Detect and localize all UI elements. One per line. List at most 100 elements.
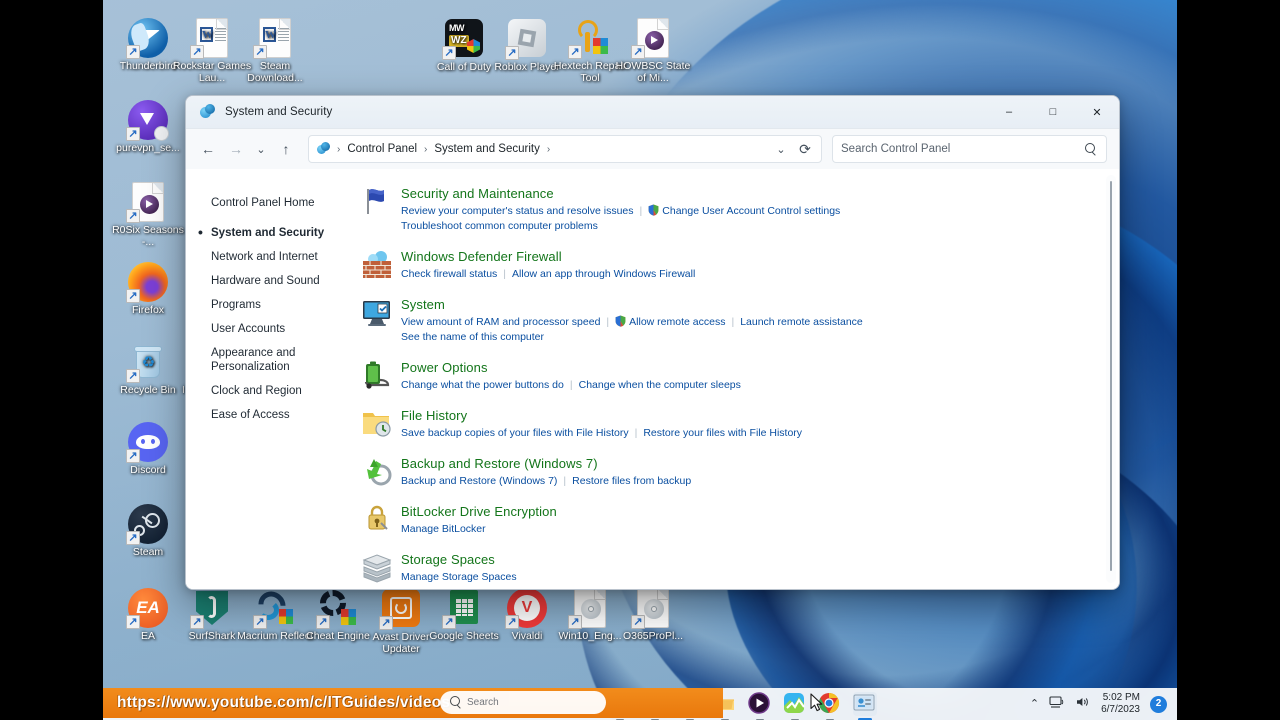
- sidebar-item-hardware-and-sound[interactable]: Hardware and Sound: [211, 269, 361, 293]
- sidebar-item-programs[interactable]: Programs: [211, 293, 361, 317]
- task-link[interactable]: Save backup copies of your files with Fi…: [401, 427, 629, 439]
- breadcrumb-item-system-and-security[interactable]: System and Security: [430, 141, 543, 157]
- shortcut-arrow-icon: [631, 615, 645, 629]
- up-button[interactable]: ↑: [272, 135, 300, 163]
- shortcut-arrow-icon: [190, 615, 204, 629]
- search-box[interactable]: [832, 135, 1107, 163]
- shortcut-arrow-icon: [190, 45, 204, 59]
- desktop-icon[interactable]: HOWBSC State of Mi...: [611, 18, 695, 84]
- category-title-link[interactable]: File History: [401, 408, 467, 423]
- tray-overflow-icon[interactable]: ⌃: [1030, 698, 1039, 710]
- task-link[interactable]: Allow remote access: [629, 316, 725, 328]
- desktop-icon[interactable]: WSteam Download...: [233, 18, 317, 84]
- task-link[interactable]: Check firewall status: [401, 268, 497, 280]
- task-link[interactable]: Launch remote assistance: [740, 316, 863, 328]
- window-titlebar[interactable]: System and Security – □ ✕: [186, 96, 1119, 129]
- category-title-link[interactable]: Windows Defender Firewall: [401, 249, 562, 264]
- desktop-icon-label: O365ProPl...: [622, 630, 684, 642]
- search-pill-label: Search: [467, 697, 499, 708]
- window-body: Control Panel Home System and Security Net…: [186, 169, 1119, 589]
- desktop-icon-label: HOWBSC State of Mi...: [615, 60, 691, 84]
- minimize-button[interactable]: –: [987, 96, 1031, 129]
- sidebar-item-clock-and-region[interactable]: Clock and Region: [211, 379, 361, 403]
- category-title-link[interactable]: Backup and Restore (Windows 7): [401, 456, 598, 471]
- desktop-icon[interactable]: O365ProPl...: [611, 588, 695, 643]
- task-link[interactable]: Troubleshoot common computer problems: [401, 220, 598, 232]
- sidebar-item-label[interactable]: Control Panel Home: [211, 197, 315, 209]
- category-item: Security and Maintenance Review your comp…: [361, 185, 1103, 234]
- sidebar-item-control-panel-home[interactable]: Control Panel Home: [211, 191, 361, 215]
- sidebar-item-label[interactable]: Network and Internet: [211, 251, 318, 263]
- task-link[interactable]: Restore your files with File History: [643, 427, 802, 439]
- storage-spaces-icon: [361, 551, 393, 583]
- sidebar-item-label[interactable]: Clock and Region: [211, 385, 302, 397]
- control-panel-window[interactable]: System and Security – □ ✕ ← → ⌄ ↑ › Cont…: [185, 95, 1120, 590]
- sidebar-item-user-accounts[interactable]: User Accounts: [211, 317, 361, 341]
- ea-icon: EA: [126, 588, 168, 629]
- sidebar-item-label[interactable]: Ease of Access: [211, 409, 290, 421]
- category-list-pane: Security and Maintenance Review your comp…: [361, 169, 1119, 589]
- category-text: System View amount of RAM and processor s…: [401, 296, 1103, 345]
- forward-button[interactable]: →: [222, 135, 250, 163]
- search-pill-overlay[interactable]: Search: [440, 691, 606, 714]
- category-title-link[interactable]: Security and Maintenance: [401, 186, 554, 201]
- category-task-line: View amount of RAM and processor speed | A…: [401, 315, 1103, 330]
- task-link[interactable]: Change what the power buttons do: [401, 379, 564, 391]
- search-input[interactable]: [841, 143, 1085, 155]
- clock[interactable]: 5:02 PM 6/7/2023: [1101, 692, 1140, 716]
- recent-locations-button[interactable]: ⌄: [250, 135, 272, 163]
- breadcrumb-dropdown-icon[interactable]: ⌄: [769, 137, 793, 161]
- breadcrumb-item-control-panel[interactable]: Control Panel: [343, 141, 421, 157]
- category-title-link[interactable]: Power Options: [401, 360, 488, 375]
- task-link[interactable]: Change User Account Control settings: [662, 205, 840, 217]
- task-link[interactable]: Allow an app through Windows Firewall: [512, 268, 695, 280]
- category-item: File History Save backup copies of your f…: [361, 407, 1103, 441]
- category-text: Backup and Restore (Windows 7) Backup and…: [401, 455, 1103, 489]
- refresh-icon[interactable]: ⟳: [793, 137, 817, 161]
- doc-word-icon: W: [253, 18, 295, 59]
- task-link[interactable]: Manage Storage Spaces: [401, 571, 517, 583]
- sidebar-item-label[interactable]: Appearance and Personalization: [211, 347, 295, 373]
- taskbar-windows-11-app[interactable]: [783, 692, 807, 720]
- maximize-button[interactable]: □: [1031, 96, 1075, 129]
- sidebar-item-label[interactable]: User Accounts: [211, 323, 285, 335]
- surfshark-icon: [190, 588, 232, 629]
- system-monitor-icon: [361, 296, 393, 328]
- notification-badge[interactable]: 2: [1150, 695, 1167, 713]
- category-item: Backup and Restore (Windows 7) Backup and…: [361, 455, 1103, 489]
- task-link[interactable]: Restore files from backup: [572, 475, 691, 487]
- task-link[interactable]: Manage BitLocker: [401, 523, 486, 535]
- flag-icon: [361, 185, 393, 217]
- firefox-icon: [126, 262, 168, 303]
- category-title-link[interactable]: System: [401, 297, 445, 312]
- close-button[interactable]: ✕: [1075, 96, 1119, 129]
- task-link[interactable]: View amount of RAM and processor speed: [401, 316, 600, 328]
- sidebar-item-appearance-and-personalization[interactable]: Appearance and Personalization: [211, 341, 361, 379]
- task-link[interactable]: Change when the computer sleeps: [579, 379, 741, 391]
- sidebar-item-system-and-security[interactable]: System and Security: [198, 221, 361, 245]
- taskbar-control-panel[interactable]: [853, 692, 877, 720]
- taskbar-media-player[interactable]: [748, 692, 772, 720]
- vertical-scrollbar[interactable]: [1106, 175, 1116, 583]
- category-item: BitLocker Drive Encryption Manage BitLock…: [361, 503, 1103, 537]
- sidebar-item-label[interactable]: Hardware and Sound: [211, 275, 320, 287]
- task-link[interactable]: Backup and Restore (Windows 7): [401, 475, 557, 487]
- scrollbar-thumb[interactable]: [1110, 181, 1112, 571]
- category-title-link[interactable]: BitLocker Drive Encryption: [401, 504, 557, 519]
- category-title-link[interactable]: Storage Spaces: [401, 552, 495, 567]
- sidebar-item-label[interactable]: Programs: [211, 299, 261, 311]
- task-link[interactable]: See the name of this computer: [401, 331, 544, 343]
- sidebar-item-ease-of-access[interactable]: Ease of Access: [211, 403, 361, 427]
- sidebar-item-network-and-internet[interactable]: Network and Internet: [211, 245, 361, 269]
- sidebar-item-label[interactable]: System and Security: [211, 227, 324, 239]
- vivaldi-icon: V: [505, 588, 547, 629]
- system-tray: ⌃ 5:02 PM 6/7/2023 2: [1030, 688, 1167, 720]
- network-icon[interactable]: [1049, 695, 1065, 713]
- breadcrumb[interactable]: › Control Panel › System and Security › …: [308, 135, 822, 163]
- category-title: Security and Maintenance: [401, 185, 1103, 202]
- doc-media-icon: [126, 182, 168, 223]
- volume-icon[interactable]: [1075, 695, 1091, 713]
- mouse-cursor: [810, 693, 823, 712]
- back-button[interactable]: ←: [194, 135, 222, 163]
- task-link[interactable]: Review your computer's status and resolv…: [401, 205, 634, 217]
